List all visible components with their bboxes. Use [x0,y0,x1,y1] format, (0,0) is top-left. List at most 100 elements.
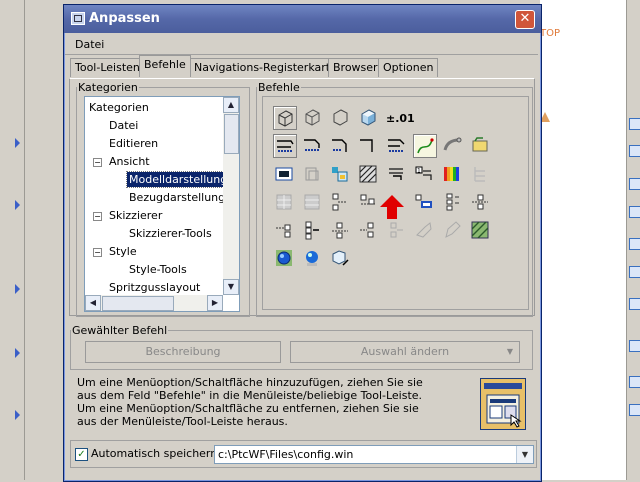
disabled-grid-icon[interactable] [469,163,491,185]
gray-copy-icon[interactable] [301,163,323,185]
expand-arrow-icon[interactable] [15,200,20,210]
scroll-right-icon[interactable]: ▶ [207,295,223,311]
expand-arrow-icon[interactable] [15,410,20,420]
disabled-node-icon[interactable] [385,219,407,241]
instruction-text: Um eine Menüoption/Schaltfläche hinzuzuf… [77,376,467,428]
dialog-title: Anpassen [89,11,160,26]
autosave-checkbox[interactable]: ✓ [75,448,88,461]
expand-arrow-icon[interactable] [15,138,20,148]
coordinate-system-icon[interactable] [357,134,379,156]
toolbar-button-icon[interactable] [629,178,640,190]
numbered-list-icon[interactable]: 1 [413,163,435,185]
texture-icon[interactable] [469,219,491,241]
chevron-down-icon[interactable]: ▼ [516,446,533,463]
toolbar-button-icon[interactable] [629,145,640,157]
autosave-path-combobox[interactable]: c:\PtcWF\Files\config.win ▼ [214,445,534,464]
tab-navigations-registerkarten[interactable]: Navigations-Registerkarten [189,58,349,77]
expand-arrow-icon[interactable] [15,348,20,358]
commands-legend: Befehle [258,81,300,94]
svg-text:1: 1 [417,168,421,175]
datum-display-icon[interactable] [385,134,407,156]
layers-icon[interactable] [329,163,351,185]
tab-befehle[interactable]: Befehle [139,55,191,77]
node-branch-icon[interactable] [469,191,491,213]
sphere-icon[interactable] [301,247,323,269]
datum-plane-icon[interactable] [273,134,297,158]
menu-datei[interactable]: Datei [75,38,104,51]
collapse-icon[interactable]: − [93,212,102,221]
toolbar-button-icon[interactable] [629,340,640,352]
blue-node-icon[interactable] [413,191,435,213]
color-palette-icon[interactable] [441,163,463,185]
instruction-line: Um eine Menüoption/Schaltfläche hinzuzuf… [77,376,423,389]
feature-node-icon[interactable] [357,191,379,213]
toolbar-button-icon[interactable] [629,238,640,250]
tab-tool-leisten[interactable]: Tool-Leisten [70,58,145,77]
expand-arrow-icon[interactable] [15,284,20,294]
disabled-table-icon[interactable] [273,191,295,213]
datum-point-icon[interactable] [329,134,351,156]
node-row-icon[interactable] [329,219,351,241]
scroll-down-icon[interactable]: ▼ [223,279,239,295]
tab-browser[interactable]: Browser [328,58,383,77]
toolbar-button-icon[interactable] [629,298,640,310]
dialog-titlebar[interactable]: Anpassen ✕ [64,5,541,33]
disabled-tool-icon[interactable] [413,219,435,241]
toolbar-button-icon[interactable] [629,118,640,130]
curve-icon[interactable] [413,134,437,158]
tree-horizontal-scrollbar[interactable]: ◀ ▶ [85,295,223,311]
node-link-icon[interactable] [273,219,295,241]
toolbar-button-icon[interactable] [629,404,640,416]
scroll-thumb[interactable] [102,296,174,311]
collapse-icon[interactable]: − [93,248,102,257]
node-tree-icon[interactable] [441,191,463,213]
autosave-path-value: c:\PtcWF\Files\config.win [218,448,354,461]
tree-vertical-scrollbar[interactable]: ▲ ▼ [223,97,239,295]
tree-item-editieren[interactable]: Editieren [109,136,158,151]
model-tree-icon[interactable] [469,134,491,156]
tree-item-ansicht[interactable]: Ansicht [109,154,150,169]
change-selection-button[interactable]: Auswahl ändern ▼ [290,341,520,363]
hatch-pattern-icon[interactable] [357,163,379,185]
arrow-lines-icon[interactable] [385,163,407,185]
globe-icon[interactable] [273,247,295,269]
categories-legend: Kategorien [78,81,138,94]
tree-item-skizzierer-tools[interactable]: Skizzierer-Tools [129,226,212,241]
feature-node-icon[interactable] [329,191,351,213]
wireframe-box-icon[interactable] [273,106,297,130]
toolbar-button-icon[interactable] [629,206,640,218]
scroll-up-icon[interactable]: ▲ [223,97,239,113]
hidden-line-icon[interactable] [301,106,323,128]
datum-axis-icon[interactable] [301,134,323,156]
disabled-edit-icon[interactable] [441,219,463,241]
no-hidden-icon[interactable] [329,106,351,128]
disabled-table-icon[interactable] [301,191,323,213]
node-stack-icon[interactable] [301,219,323,241]
node-pair-icon[interactable] [357,219,379,241]
tree-item-spritzgusslayout[interactable]: Spritzgusslayout [109,280,200,295]
close-button[interactable]: ✕ [515,10,535,29]
description-button[interactable]: Beschreibung [85,341,281,363]
scroll-thumb[interactable] [224,114,239,154]
tree-item-style[interactable]: Style [109,244,137,259]
box-edit-icon[interactable] [329,247,351,269]
pipe-icon[interactable] [441,134,463,156]
calendar-icon[interactable] [273,163,295,185]
tolerance-label[interactable]: ±.01 [386,112,415,125]
toolbar-button-icon[interactable] [629,376,640,388]
categories-tree: Kategorien Datei Editieren − Ansicht Mod… [84,96,240,312]
tree-item-skizzierer[interactable]: Skizzierer [109,208,162,223]
red-pointer-arrow-icon [380,195,404,219]
tree-item-modelldarstellung[interactable]: Modelldarstellung [125,171,231,188]
tree-item-style-tools[interactable]: Style-Tools [129,262,187,277]
toolbar-button-icon[interactable] [629,266,640,278]
collapse-icon[interactable]: − [93,158,102,167]
scroll-left-icon[interactable]: ◀ [85,295,101,311]
shaded-box-icon[interactable] [357,106,379,128]
left-toolbar [0,0,25,480]
tab-optionen[interactable]: Optionen [378,58,439,77]
tree-item-datei[interactable]: Datei [109,118,138,133]
tree-item-kategorien[interactable]: Kategorien [89,100,149,115]
tree-item-bezugdarstellung[interactable]: Bezugdarstellung [129,190,225,205]
chevron-down-icon: ▼ [506,347,513,356]
